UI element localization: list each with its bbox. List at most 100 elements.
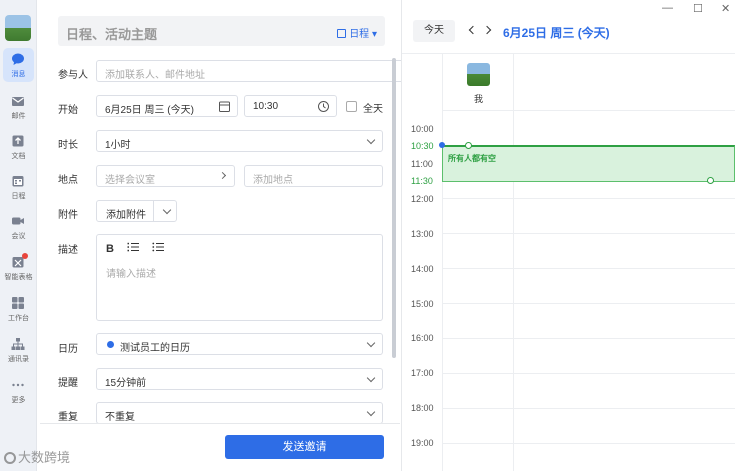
- nav-item-mail[interactable]: 邮件: [0, 90, 37, 124]
- chevron-down-icon: [366, 338, 376, 348]
- attendees-input[interactable]: 添加联系人、邮件地址: [96, 60, 423, 82]
- calendar-type-dropdown[interactable]: 日程 ▾: [337, 25, 377, 40]
- time-label: 16:00: [411, 333, 434, 343]
- grid-line: [442, 338, 735, 339]
- doc-icon: [12, 135, 24, 147]
- numbered-list-icon[interactable]: [127, 242, 140, 252]
- time-label: 12:00: [411, 194, 434, 204]
- duration-value: 1小时: [105, 140, 131, 151]
- watermark-text: 大数跨境: [18, 450, 71, 465]
- time-label: 10:00: [411, 124, 434, 134]
- nav-label: 会议: [11, 233, 26, 240]
- nav-label: 文档: [11, 153, 26, 160]
- event-form: 日程、活动主题 日程 ▾ 参与人 添加联系人、邮件地址 开始 6月25日 周三 …: [40, 0, 423, 471]
- nav-label: 通讯录: [8, 356, 29, 363]
- time-label: 11:30: [411, 176, 433, 186]
- header-divider: [402, 53, 735, 54]
- form-scrollbar[interactable]: [392, 58, 396, 358]
- nav-item-smart-sheet[interactable]: 智能表格: [0, 251, 37, 285]
- video-icon: [12, 217, 24, 225]
- add-attachment-button[interactable]: 添加附件: [96, 200, 177, 222]
- time-label: 13:00: [411, 229, 434, 239]
- calendar-icon: [12, 176, 24, 187]
- start-label: 开始: [58, 105, 78, 116]
- clock-icon: [318, 101, 329, 112]
- time-label: 15:00: [411, 299, 434, 309]
- description-label: 描述: [58, 245, 78, 256]
- org-icon: [11, 338, 25, 350]
- today-button[interactable]: 今天: [413, 20, 455, 42]
- grid-line: [442, 408, 735, 409]
- grid-line: [442, 198, 735, 199]
- nav-label: 工作台: [8, 315, 29, 322]
- address-input[interactable]: 添加地点: [244, 165, 383, 187]
- watermark-logo-icon: [4, 452, 16, 464]
- close-icon[interactable]: ✕: [721, 2, 730, 15]
- grid-line: [442, 373, 735, 374]
- grid-line: [442, 303, 735, 304]
- nav-item-calendar[interactable]: 日程: [0, 170, 37, 204]
- nav-label: 智能表格: [4, 274, 33, 281]
- reminder-select[interactable]: 15分钟前: [96, 368, 383, 390]
- send-invite-button[interactable]: 发送邀请: [225, 435, 384, 459]
- nav-label: 更多: [11, 397, 26, 404]
- calendar-value: 测试员工的日历: [120, 343, 190, 354]
- repeat-label: 重复: [58, 412, 78, 423]
- time-label: 11:00: [411, 159, 433, 169]
- chevron-down-icon: [366, 373, 376, 383]
- repeat-value: 不重复: [105, 412, 135, 423]
- minimize-icon[interactable]: —: [662, 2, 673, 14]
- calendar-panel: — ☐ ✕ 今天 6月25日 周三 (今天) 我 10:00 10:30 11:…: [402, 0, 735, 471]
- subject-input[interactable]: 日程、活动主题 日程 ▾: [58, 16, 385, 46]
- nav-item-more[interactable]: 更多: [0, 374, 37, 408]
- event-block[interactable]: 所有人都有空: [442, 145, 735, 182]
- add-attachment-label: 添加附件: [106, 210, 146, 221]
- watermark: 大数跨境: [4, 447, 70, 466]
- event-availability-text: 所有人都有空: [448, 154, 496, 163]
- nav-label: 日程: [11, 193, 26, 200]
- calendar-type-label: 日程: [349, 29, 370, 40]
- time-label: 19:00: [411, 438, 434, 448]
- prev-day-icon[interactable]: [468, 25, 478, 35]
- duration-select[interactable]: 1小时: [96, 130, 383, 152]
- all-day-checkbox[interactable]: [346, 101, 357, 112]
- attendee-name: 我: [474, 94, 484, 104]
- nav-item-meeting[interactable]: 会议: [0, 210, 37, 244]
- calendar-select[interactable]: 测试员工的日历: [96, 333, 383, 355]
- chevron-down-icon: [366, 407, 376, 417]
- start-date-picker[interactable]: 6月25日 周三 (今天): [96, 95, 238, 117]
- start-date-value: 6月25日 周三 (今天): [105, 105, 194, 116]
- nav-item-workbench[interactable]: 工作台: [0, 292, 37, 326]
- grid-line: [442, 110, 735, 111]
- maximize-icon[interactable]: ☐: [693, 2, 703, 15]
- mail-icon: [12, 97, 24, 106]
- more-icon: [12, 383, 24, 387]
- attachment-label: 附件: [58, 210, 78, 221]
- current-time-dot: [439, 142, 445, 148]
- time-label: 17:00: [411, 368, 434, 378]
- bold-button[interactable]: B: [106, 243, 114, 255]
- event-start-handle[interactable]: [465, 142, 472, 149]
- description-placeholder: 请输入描述: [106, 269, 156, 280]
- repeat-select[interactable]: 不重复: [96, 402, 383, 424]
- room-select[interactable]: 选择会议室: [96, 165, 235, 187]
- split-divider: [153, 201, 154, 221]
- duration-label: 时长: [58, 140, 78, 151]
- bullet-list-icon[interactable]: [152, 242, 165, 252]
- chevron-down-icon[interactable]: [162, 205, 172, 215]
- nav-item-docs[interactable]: 文档: [0, 130, 37, 164]
- subject-placeholder: 日程、活动主题: [66, 27, 158, 42]
- grid-line: [442, 233, 735, 234]
- calendar-date-title: 6月25日 周三 (今天): [503, 26, 610, 40]
- calendar-icon: [337, 29, 347, 38]
- attendees-placeholder: 添加联系人、邮件地址: [105, 70, 205, 81]
- nav-item-contacts[interactable]: 通讯录: [0, 333, 37, 367]
- description-editor[interactable]: B 请输入描述: [96, 234, 383, 321]
- nav-item-messages[interactable]: 消息: [0, 48, 37, 82]
- user-avatar[interactable]: [5, 15, 31, 41]
- next-day-icon[interactable]: [482, 25, 492, 35]
- form-footer: 发送邀请: [40, 423, 400, 471]
- grid-icon: [12, 297, 24, 309]
- start-time-picker[interactable]: 10:30: [244, 95, 337, 117]
- event-end-handle[interactable]: [707, 177, 714, 184]
